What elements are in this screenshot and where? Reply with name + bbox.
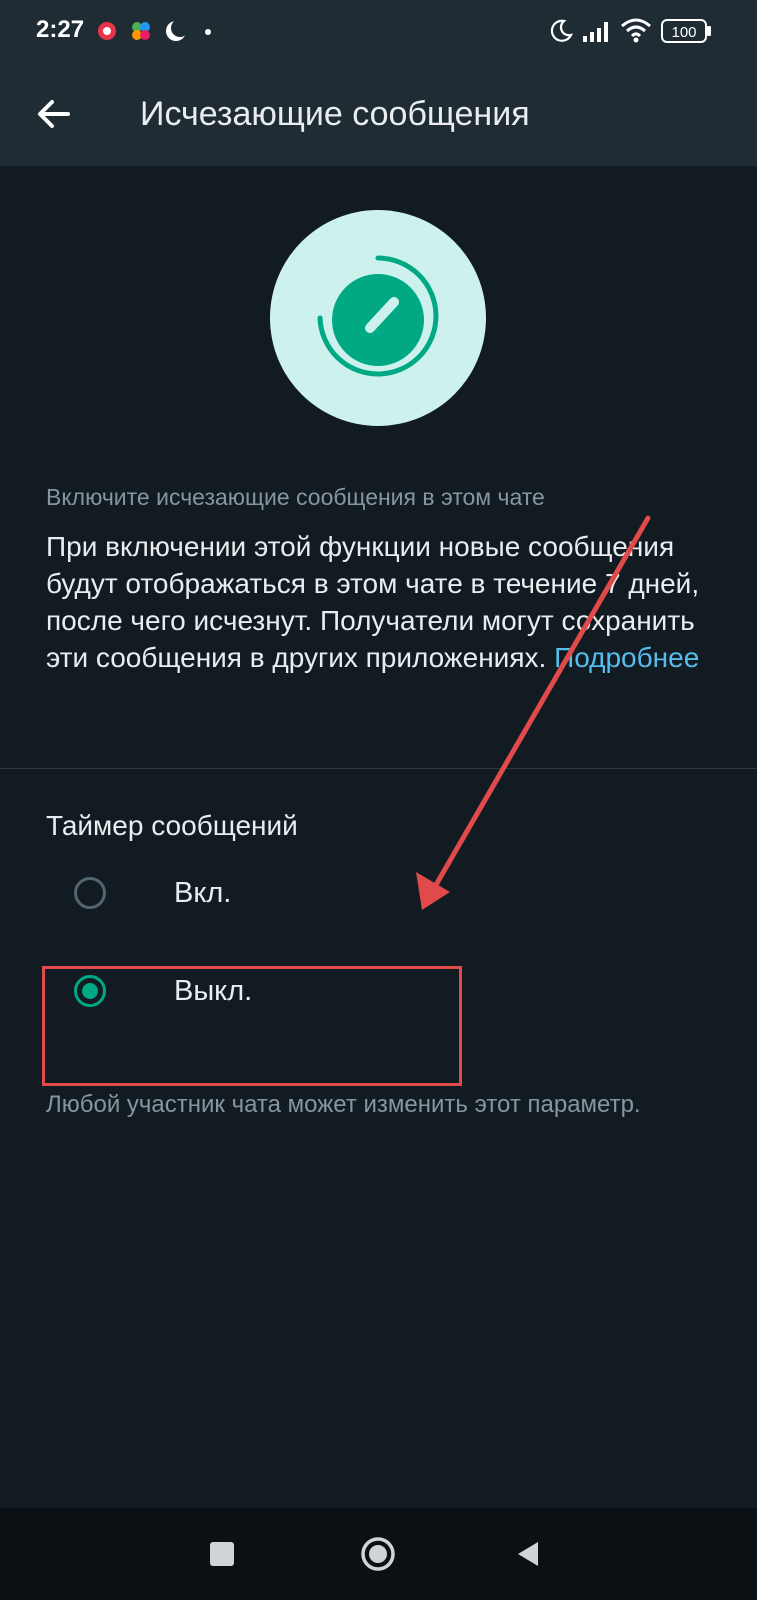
annotation-highlight-box [42, 966, 462, 1086]
navigation-bar [0, 1508, 757, 1600]
divider [0, 768, 757, 769]
arrow-left-icon[interactable] [30, 90, 78, 138]
app-bar: Исчезающие сообщения [0, 62, 757, 166]
timer-section-title: Таймер сообщений [46, 810, 298, 841]
recent-apps-icon[interactable] [196, 1528, 248, 1580]
description: При включении этой функции новые сообщен… [46, 528, 726, 676]
radio-label-on: Вкл. [174, 877, 232, 909]
colorful-app-icon [132, 22, 150, 40]
radio-option-on[interactable]: Вкл. [40, 850, 460, 942]
battery-level: 100 [671, 24, 696, 41]
timer-note: Любой участник чата может изменить этот … [46, 1091, 641, 1118]
learn-more-link[interactable]: Подробнее [554, 642, 699, 673]
dot-icon [205, 29, 211, 35]
moon-app-icon [166, 19, 188, 41]
wifi-icon [621, 18, 651, 43]
home-icon[interactable] [352, 1528, 404, 1580]
radio-button-unselected[interactable] [74, 877, 106, 909]
battery-icon: 100 [661, 19, 711, 43]
status-bar: 2:27 100 [0, 0, 757, 62]
signal-icon [583, 22, 608, 42]
do-not-disturb-icon [550, 19, 573, 42]
notification-icon [98, 22, 116, 40]
section-caption: Включите исчезающие сообщения в этом чат… [46, 484, 545, 510]
page-title: Исчезающие сообщения [140, 95, 530, 133]
status-time: 2:27 [36, 16, 85, 43]
back-icon[interactable] [504, 1528, 556, 1580]
hero-illustration [270, 210, 486, 426]
disappearing-timer-icon [317, 255, 439, 377]
